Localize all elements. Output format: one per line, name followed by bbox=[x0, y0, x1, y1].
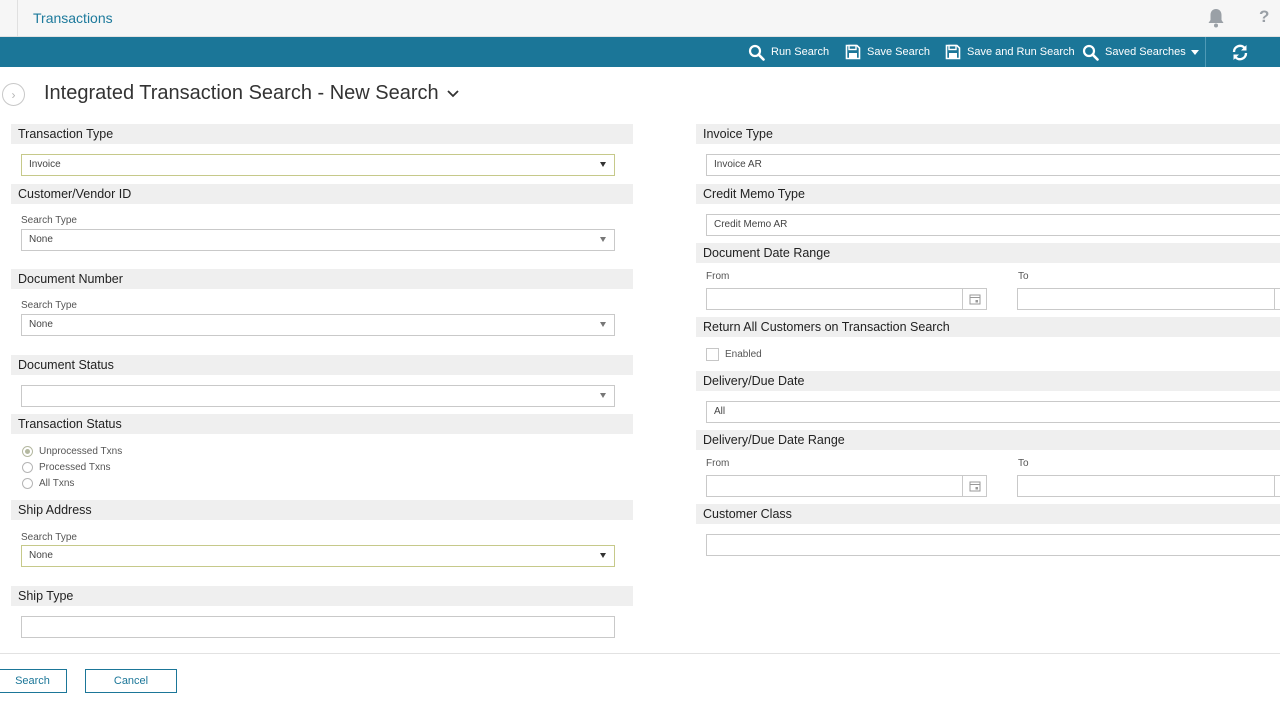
save-search-button[interactable]: Save Search bbox=[845, 37, 930, 67]
calendar-icon[interactable] bbox=[963, 475, 987, 497]
transaction-type-heading: Transaction Type bbox=[11, 124, 633, 144]
document-number-search-type-label: Search Type bbox=[21, 300, 77, 311]
invoice-type-select[interactable]: Invoice AR bbox=[706, 154, 1280, 176]
caret-down-icon bbox=[600, 553, 606, 558]
run-search-label: Run Search bbox=[771, 46, 830, 58]
calendar-glyph bbox=[969, 481, 980, 492]
save-and-run-search-label: Save and Run Search bbox=[967, 46, 1075, 58]
document-date-range-heading: Document Date Range bbox=[696, 243, 1280, 263]
ship-address-search-type-select[interactable]: None bbox=[21, 545, 615, 567]
checkbox-label: Enabled bbox=[725, 349, 762, 360]
enabled-checkbox[interactable]: Enabled bbox=[706, 348, 762, 361]
search-button[interactable]: Search bbox=[0, 669, 67, 693]
search-icon bbox=[1082, 44, 1099, 61]
return-all-customers-heading: Return All Customers on Transaction Sear… bbox=[696, 317, 1280, 337]
document-number-heading: Document Number bbox=[11, 269, 633, 289]
app-title[interactable]: Transactions bbox=[33, 10, 113, 26]
document-date-to-input[interactable] bbox=[1017, 288, 1280, 310]
search-icon bbox=[748, 44, 765, 61]
save-icon bbox=[845, 44, 861, 60]
delivery-due-date-select[interactable]: All bbox=[706, 401, 1280, 423]
document-status-select[interactable] bbox=[21, 385, 615, 407]
save-icon bbox=[945, 44, 961, 60]
saved-searches-label: Saved Searches bbox=[1105, 46, 1186, 58]
customer-class-heading: Customer Class bbox=[696, 504, 1280, 524]
document-number-search-type-value: None bbox=[29, 319, 53, 330]
top-bar: Transactions ? bbox=[0, 0, 1280, 37]
footer-divider bbox=[0, 653, 1280, 654]
save-search-label: Save Search bbox=[867, 46, 930, 58]
caret-down-icon bbox=[1190, 49, 1199, 55]
caret-down-icon bbox=[600, 393, 606, 398]
delivery-due-date-range-heading: Delivery/Due Date Range bbox=[696, 430, 1280, 450]
radio-button[interactable] bbox=[22, 478, 33, 489]
radio-label: Unprocessed Txns bbox=[39, 446, 123, 457]
caret-down-icon bbox=[600, 162, 606, 167]
calendar-glyph bbox=[969, 294, 980, 305]
radio-label: Processed Txns bbox=[39, 462, 111, 473]
customer-vendor-search-type-select[interactable]: None bbox=[21, 229, 615, 251]
customer-vendor-search-type-label: Search Type bbox=[21, 215, 77, 226]
credit-memo-type-value: Credit Memo AR bbox=[714, 219, 788, 230]
ship-address-search-type-value: None bbox=[29, 550, 53, 561]
customer-vendor-id-heading: Customer/Vendor ID bbox=[11, 184, 633, 204]
radio-label: All Txns bbox=[39, 478, 75, 489]
delivery-date-to-input[interactable] bbox=[1017, 475, 1280, 497]
run-search-button[interactable]: Run Search bbox=[748, 37, 829, 67]
credit-memo-type-select[interactable]: Credit Memo AR bbox=[706, 214, 1280, 236]
customer-vendor-search-type-value: None bbox=[29, 234, 53, 245]
delivery-date-from-input[interactable] bbox=[706, 475, 963, 497]
invoice-type-heading: Invoice Type bbox=[696, 124, 1280, 144]
expand-panel-button[interactable]: › bbox=[2, 83, 25, 106]
transaction-type-select[interactable]: Invoice bbox=[21, 154, 615, 176]
invoice-type-value: Invoice AR bbox=[714, 159, 762, 170]
transaction-type-value: Invoice bbox=[29, 159, 61, 170]
delivery-date-from-label: From bbox=[706, 458, 730, 469]
document-status-heading: Document Status bbox=[11, 355, 633, 375]
chevron-right-icon: › bbox=[11, 87, 16, 102]
radio-unprocessed-txns[interactable]: Unprocessed Txns bbox=[22, 446, 122, 457]
page-title-text: Integrated Transaction Search - New Sear… bbox=[44, 82, 439, 104]
action-toolbar: Run Search Save Search Save and Run Sear… bbox=[0, 37, 1280, 67]
chevron-down-icon bbox=[447, 89, 459, 97]
refresh-icon[interactable] bbox=[1231, 44, 1249, 61]
radio-processed-txns[interactable]: Processed Txns bbox=[22, 462, 111, 473]
document-date-from-label: From bbox=[706, 271, 730, 282]
radio-all-txns[interactable]: All Txns bbox=[22, 478, 74, 489]
cancel-button[interactable]: Cancel bbox=[85, 669, 177, 693]
calendar-icon[interactable] bbox=[963, 288, 987, 310]
caret-down-icon bbox=[600, 322, 606, 327]
delivery-due-date-value: All bbox=[714, 406, 726, 417]
ship-address-search-type-label: Search Type bbox=[21, 532, 77, 543]
delivery-date-to-label: To bbox=[1018, 458, 1029, 469]
saved-searches-dropdown[interactable]: Saved Searches bbox=[1082, 37, 1205, 67]
document-number-search-type-select[interactable]: None bbox=[21, 314, 615, 336]
ship-type-heading: Ship Type bbox=[11, 586, 633, 606]
transaction-status-heading: Transaction Status bbox=[11, 414, 633, 434]
ship-address-heading: Ship Address bbox=[11, 500, 633, 520]
credit-memo-type-heading: Credit Memo Type bbox=[696, 184, 1280, 204]
caret-down-icon bbox=[600, 237, 606, 242]
save-and-run-search-button[interactable]: Save and Run Search bbox=[945, 37, 1075, 67]
customer-class-input[interactable] bbox=[706, 534, 1280, 556]
help-icon[interactable]: ? bbox=[1259, 7, 1269, 27]
toolbar-divider bbox=[1205, 37, 1206, 67]
checkbox[interactable] bbox=[706, 348, 719, 361]
delivery-due-date-heading: Delivery/Due Date bbox=[696, 371, 1280, 391]
document-date-to-label: To bbox=[1018, 271, 1029, 282]
calendar-edge bbox=[1274, 475, 1275, 497]
bell-icon[interactable] bbox=[1207, 8, 1225, 28]
page-title[interactable]: Integrated Transaction Search - New Sear… bbox=[44, 82, 459, 105]
document-date-from-input[interactable] bbox=[706, 288, 963, 310]
radio-button[interactable] bbox=[22, 446, 33, 457]
divider bbox=[17, 0, 18, 37]
ship-type-input[interactable] bbox=[21, 616, 615, 638]
calendar-edge bbox=[1274, 288, 1275, 310]
radio-button[interactable] bbox=[22, 462, 33, 473]
